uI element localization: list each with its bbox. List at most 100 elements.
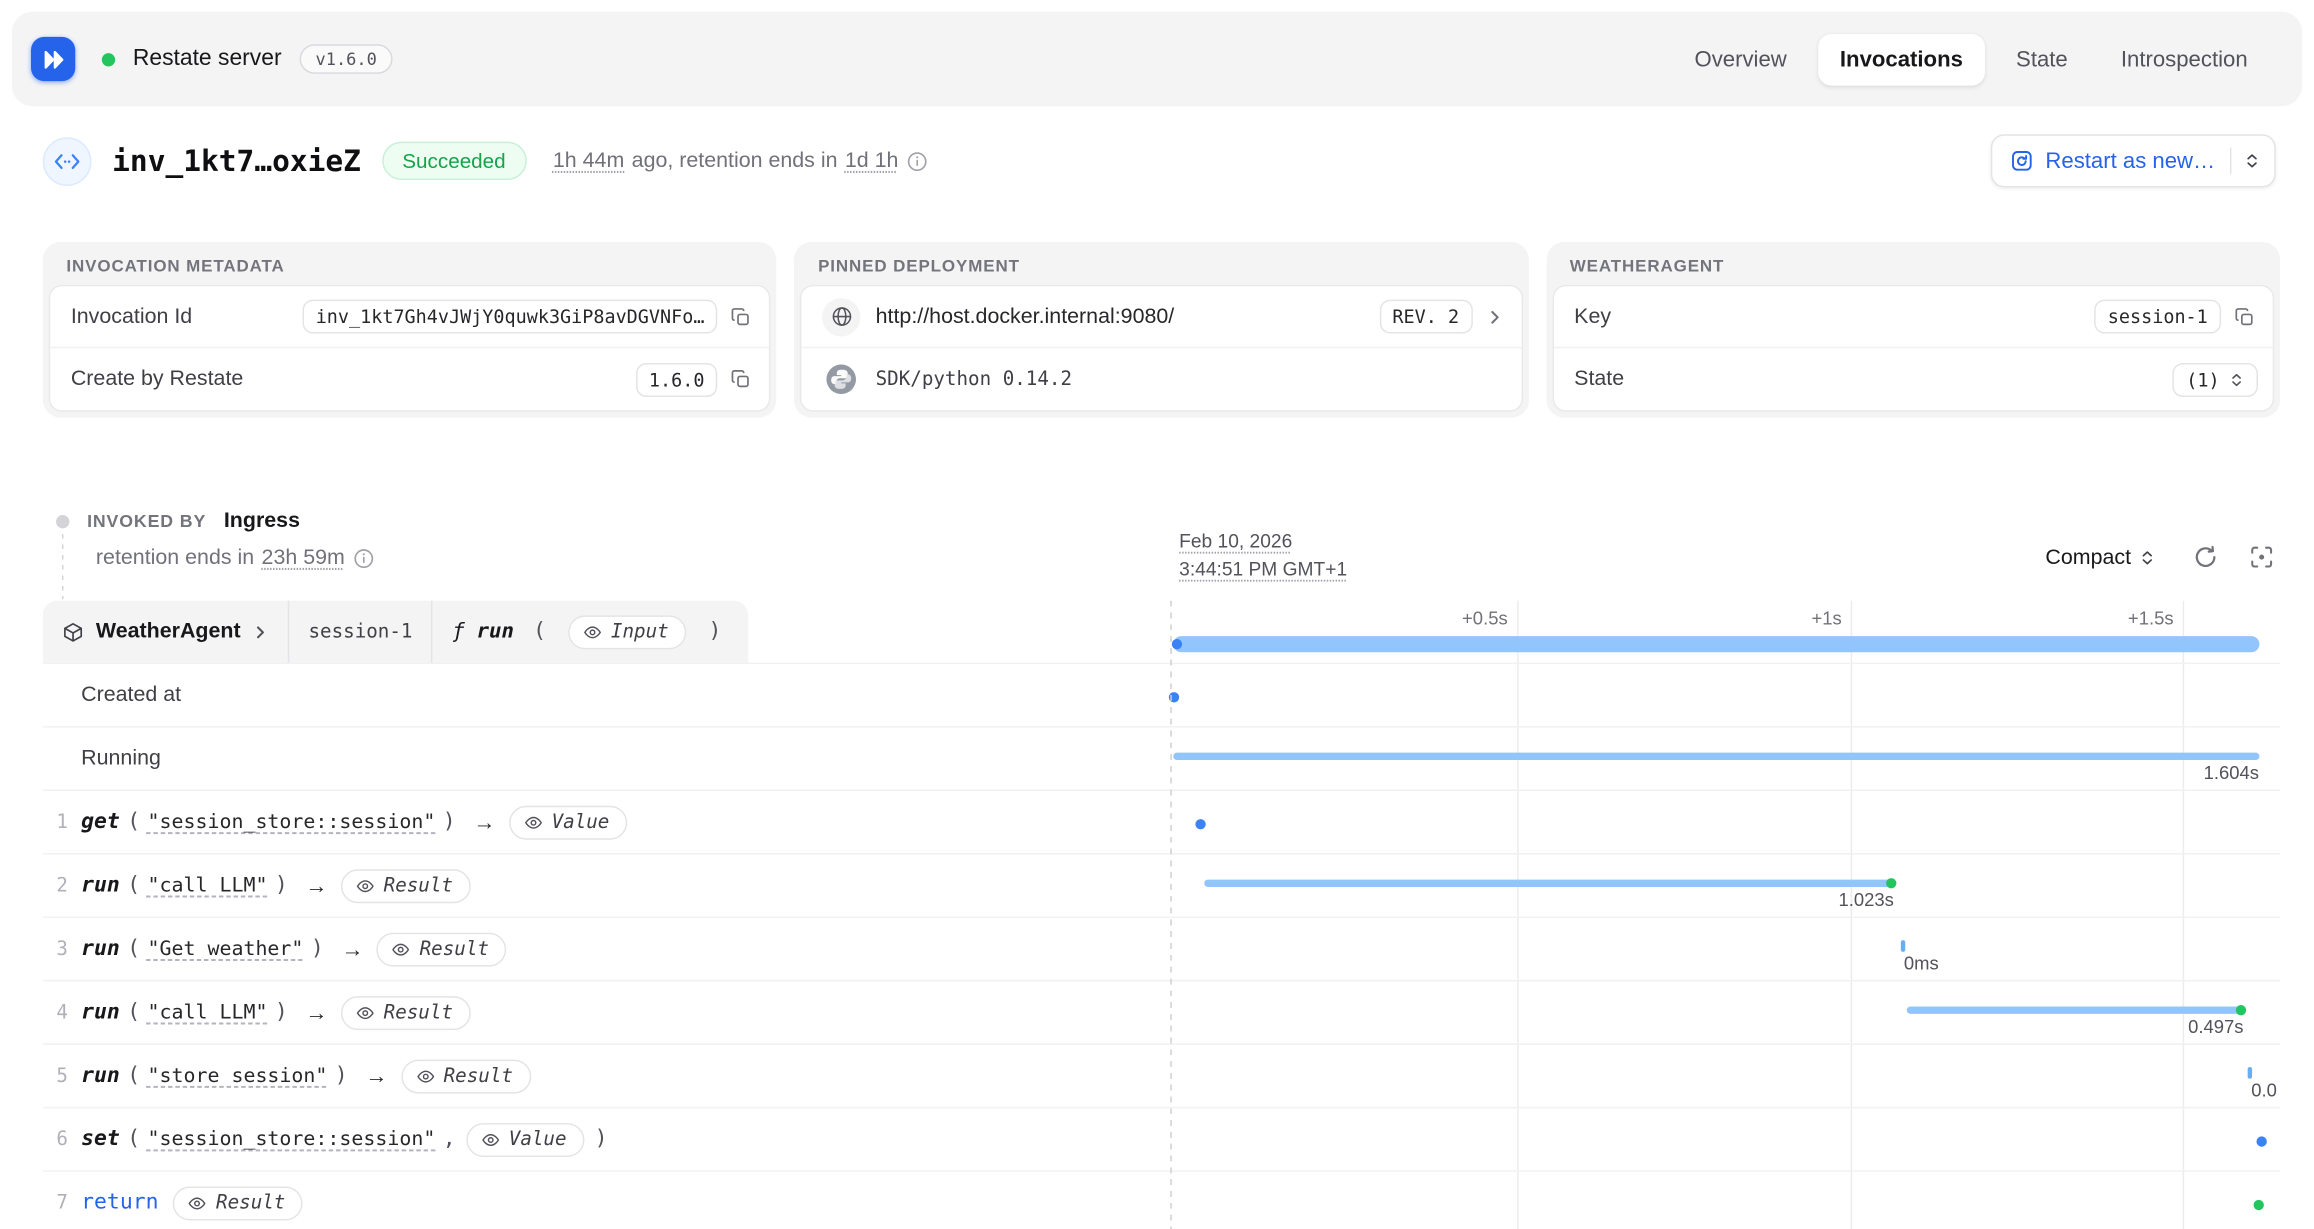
trace-time[interactable]: 3:44:51 PM GMT+1	[1179, 555, 1347, 583]
retention-text[interactable]: 1d 1h	[845, 149, 899, 173]
agent-key-row: Key session-1	[1554, 286, 2273, 348]
restate-logo-icon[interactable]	[31, 37, 75, 81]
span-bar[interactable]	[1907, 1006, 2243, 1013]
entry-arg[interactable]: "Get weather"	[147, 937, 303, 961]
timeline-controls: Compact	[2037, 542, 2278, 573]
deployment-endpoint-row: http://host.docker.internal:9080/ REV. 2	[802, 286, 1521, 348]
invocation-id-value: inv_1kt7Gh4vJWjY0quwk3GiP8avDGVNFo…	[302, 300, 717, 334]
invoked-by-section: INVOKED BY Ingress retention ends in 23h…	[43, 509, 2280, 595]
arrow-icon: →	[305, 1000, 327, 1025]
invoker-dot-icon	[56, 514, 69, 527]
entry-keyword: run	[81, 937, 120, 961]
span-bar[interactable]	[1205, 880, 1894, 887]
result-pill[interactable]: Result	[341, 995, 471, 1029]
result-pill[interactable]: Result	[401, 1059, 531, 1093]
nav-invocations[interactable]: Invocations	[1818, 33, 1985, 85]
trace-header-row: WeatherAgentsession-1ƒrun(Input)	[43, 601, 2280, 664]
eye-icon	[392, 939, 411, 958]
duration-label: 0.0	[2251, 1080, 2277, 1101]
deployment-sdk-row: SDK/python 0.14.2	[802, 348, 1521, 410]
age-text[interactable]: 1h 44m	[553, 149, 624, 173]
nav-overview[interactable]: Overview	[1672, 33, 1809, 85]
duration-label: 1.023s	[1839, 890, 1894, 911]
eye-icon	[524, 812, 543, 831]
refresh-icon[interactable]	[2190, 542, 2221, 573]
nav-introspection[interactable]: Introspection	[2099, 33, 2270, 85]
copy-icon[interactable]	[2231, 303, 2258, 330]
info-icon[interactable]	[352, 547, 374, 569]
trace-start-timestamp: Feb 10, 2026 3:44:51 PM GMT+1	[1179, 527, 1347, 583]
restate-version-value: 1.6.0	[636, 362, 718, 396]
entry-arg[interactable]: "call LLM"	[147, 874, 267, 898]
value-pill[interactable]: Value	[509, 805, 627, 839]
density-select[interactable]: Compact	[2037, 544, 2165, 571]
arrow-icon: →	[341, 936, 363, 961]
entry-index: 6	[47, 1128, 68, 1150]
value-pill[interactable]: Value	[466, 1122, 584, 1156]
span-end-dot	[1886, 878, 1896, 888]
entry-index: 4	[47, 1001, 68, 1023]
trace-row: 2run("call LLM")→Result1.023s	[43, 854, 2280, 917]
agent-key-segment[interactable]: session-1	[289, 601, 433, 663]
entry-keyword: run	[81, 1064, 120, 1088]
event-tick	[2248, 1067, 2252, 1079]
span-end-dot	[2236, 1005, 2246, 1015]
retention-prefix: retention ends in	[96, 546, 254, 570]
state-expander[interactable]: (1)	[2173, 362, 2258, 396]
service-box-icon	[62, 621, 84, 643]
entry-index: 1	[47, 811, 68, 833]
trace-row: 7returnResult	[43, 1172, 2280, 1229]
app: Restate server v1.6.0 OverviewInvocation…	[0, 0, 2314, 1229]
restart-options-chevron-icon[interactable]	[2243, 152, 2261, 170]
top-bar: Restate server v1.6.0 OverviewInvocation…	[12, 12, 2302, 106]
eye-icon	[416, 1066, 435, 1085]
trace-row: 3run("Get weather")→Result0ms	[43, 918, 2280, 981]
result-pill[interactable]: Result	[377, 932, 507, 966]
entry-index: 3	[47, 938, 68, 960]
eye-icon	[583, 622, 602, 641]
entry-index: 2	[47, 874, 68, 896]
entry-keyword: get	[81, 810, 120, 834]
revision-badge: REV. 2	[1379, 300, 1472, 334]
invocation-id-title: inv_1kt7…oxieZ	[112, 143, 361, 178]
span-bar[interactable]	[1174, 753, 2259, 760]
copy-icon[interactable]	[728, 303, 755, 330]
info-icon[interactable]	[906, 150, 928, 172]
status-badge: Succeeded	[382, 142, 527, 180]
nav-state[interactable]: State	[1994, 33, 2090, 85]
invocation-id-row: Invocation Id inv_1kt7Gh4vJWjY0quwk3GiP8…	[50, 286, 769, 348]
timeline-divider	[1170, 601, 1171, 1229]
trace-date[interactable]: Feb 10, 2026	[1179, 527, 1347, 555]
card-weatheragent: WEATHERAGENT Key session-1 State	[1546, 242, 2280, 418]
entry-keyword: set	[81, 1128, 120, 1152]
invocation-span-bar[interactable]	[1174, 636, 2259, 652]
entry-keyword: run	[81, 874, 120, 898]
globe-icon	[823, 297, 861, 335]
python-sdk-icon	[823, 360, 861, 398]
zoom-to-fit-icon[interactable]	[2246, 542, 2277, 573]
entry-arg[interactable]: "session_store::session"	[147, 810, 435, 834]
agent-breadcrumb[interactable]: WeatherAgent	[43, 601, 290, 663]
input-pill[interactable]: Input	[568, 615, 686, 649]
copy-icon[interactable]	[728, 366, 755, 393]
card-invocation-metadata: INVOCATION METADATA Invocation Id inv_1k…	[43, 242, 777, 418]
agent-name: WeatherAgent	[96, 620, 241, 644]
chevron-up-down-icon	[2228, 371, 2244, 387]
arrow-icon: →	[305, 873, 327, 898]
restart-as-new-button[interactable]: Restart as new…	[1991, 134, 2276, 187]
invocation-target: WeatherAgentsession-1ƒrun(Input)	[43, 601, 748, 663]
page-header: inv_1kt7…oxieZ Succeeded 1h 44m ago, ret…	[0, 118, 2314, 202]
entry-arg[interactable]: "session_store::session"	[147, 1128, 435, 1152]
event-dot	[1196, 819, 1206, 829]
entry-arg[interactable]: "call LLM"	[147, 1001, 267, 1025]
entry-keyword: run	[81, 1001, 120, 1025]
retention-countdown[interactable]: 23h 59m	[262, 546, 345, 570]
created-by-row: Create by Restate 1.6.0	[50, 348, 769, 410]
metadata-cards: INVOCATION METADATA Invocation Id inv_1k…	[43, 242, 2280, 418]
result-pill[interactable]: Result	[341, 869, 471, 903]
sdk-version: SDK/python 0.14.2	[876, 368, 1072, 390]
deployment-chevron-right-icon[interactable]	[1483, 305, 1507, 329]
entry-arg[interactable]: "store session"	[147, 1064, 327, 1088]
invoked-by-value: Ingress	[224, 509, 300, 533]
result-pill[interactable]: Result	[173, 1186, 303, 1220]
